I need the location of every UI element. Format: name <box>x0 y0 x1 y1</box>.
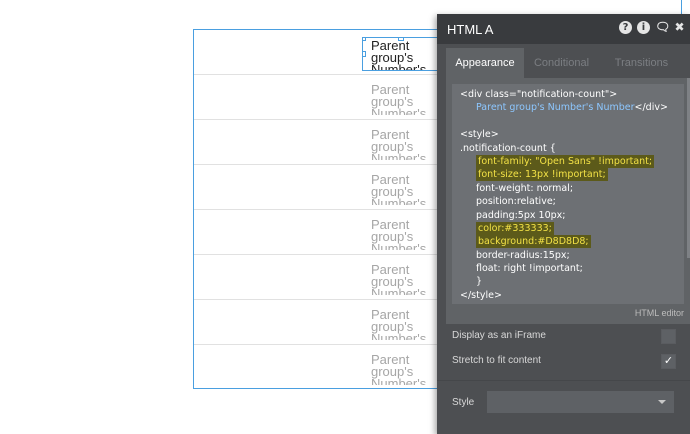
code-line: font-family: "Open Sans" !important; <box>460 154 684 168</box>
divider <box>437 380 690 381</box>
highlighted-code: background:#D8D8D8; <box>476 235 591 249</box>
tab-conditional[interactable]: Conditional <box>524 48 599 78</box>
code-line: Parent group's Number's Number</div> <box>460 101 684 114</box>
property-editor-panel: HTML A ? i 🗨 ✖ Appearance Conditional Tr… <box>437 14 690 434</box>
style-dropdown[interactable] <box>487 391 674 413</box>
cell-text: Parent group's Number's <box>371 38 427 71</box>
code-line: float: right !important; <box>476 263 583 275</box>
cell-text: Parent group's Number's <box>371 219 427 250</box>
code-line: .notification-count { <box>460 142 556 154</box>
html-editor-link[interactable]: HTML editor <box>635 308 684 318</box>
resize-handle[interactable] <box>363 38 366 41</box>
iframe-option-label: Display as an iFrame <box>452 330 546 341</box>
code-line: border-radius:15px; <box>476 249 570 261</box>
highlighted-code: font-size: 13px !important; <box>476 168 608 182</box>
resize-handle[interactable] <box>363 51 366 57</box>
code-line: } <box>476 276 483 288</box>
code-line: padding:5px 10px; <box>476 209 566 221</box>
code-line: font-weight: normal; <box>476 182 574 194</box>
cell-text: Parent group's Number's <box>371 309 427 340</box>
checkmark-icon: ✓ <box>663 355 674 367</box>
panel-header[interactable]: HTML A ? i 🗨 ✖ <box>437 14 690 44</box>
cell-text: Parent group's Number's <box>371 174 427 205</box>
dynamic-expression[interactable]: Parent group's Number's Number <box>476 102 635 113</box>
close-icon[interactable]: ✖ <box>673 21 686 34</box>
code-line: background:#D8D8D8; <box>460 235 684 249</box>
style-label: Style <box>452 397 475 408</box>
stretch-checkbox[interactable]: ✓ <box>661 354 676 369</box>
resize-handle[interactable] <box>398 38 404 41</box>
cell-text: Parent group's Number's <box>371 84 427 115</box>
cell-text: Parent group's Number's <box>371 354 427 385</box>
stretch-option-label: Stretch to fit content <box>452 355 541 366</box>
code-line: font-size: 13px !important; <box>460 168 684 182</box>
cell-text: Parent group's Number's <box>371 129 427 160</box>
comment-icon[interactable]: 🗨 <box>655 21 670 34</box>
panel-title: HTML A <box>447 22 494 37</box>
cell-text: Parent group's Number's <box>371 264 427 295</box>
tab-transitions[interactable]: Transitions <box>599 48 684 78</box>
iframe-checkbox[interactable] <box>661 329 676 344</box>
highlighted-code: font-family: "Open Sans" !important; <box>476 154 655 168</box>
code-text: </div> <box>634 102 668 114</box>
info-icon[interactable]: i <box>637 21 650 34</box>
appearance-tab-body: <div class="notification-count"> Parent … <box>446 78 690 324</box>
chevron-down-icon <box>658 400 666 404</box>
tab-appearance[interactable]: Appearance <box>446 48 524 78</box>
html-code-editor[interactable]: <div class="notification-count"> Parent … <box>452 84 684 304</box>
code-line: color:#333333; <box>460 221 684 235</box>
code-line: </style> <box>460 289 502 301</box>
code-line: <style> <box>460 129 499 141</box>
code-line: position:relative; <box>476 196 556 208</box>
code-line: <div class="notification-count"> <box>460 89 618 100</box>
help-icon[interactable]: ? <box>619 21 632 34</box>
highlighted-code: color:#333333; <box>476 221 554 235</box>
html-element-selected[interactable]: Parent group's Number's <box>362 37 439 71</box>
